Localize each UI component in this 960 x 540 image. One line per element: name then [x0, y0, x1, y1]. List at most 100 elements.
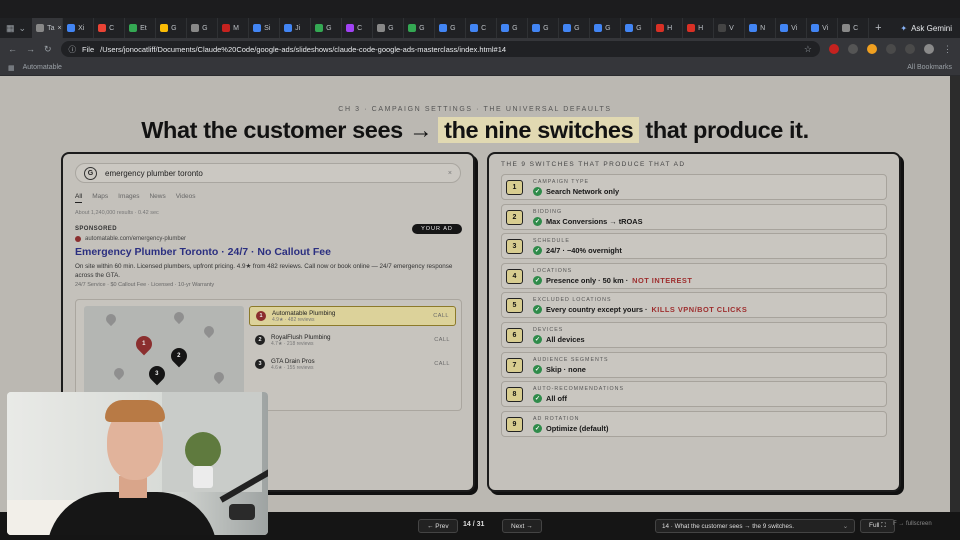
browser-tab[interactable]: M — [218, 18, 250, 38]
reload-button[interactable]: ↻ — [44, 44, 52, 55]
url-text[interactable]: /Users/jonocatliff/Documents/Claude%20Co… — [100, 45, 506, 54]
apps-grid-icon[interactable]: ▦ — [8, 64, 15, 72]
browser-tab[interactable]: C — [838, 18, 870, 38]
ask-gemini-label: Ask Gemini — [911, 23, 952, 33]
switch-value: Search Network only — [546, 187, 620, 196]
prev-button[interactable]: ← Prev — [418, 519, 458, 533]
tab-favicon-icon — [718, 24, 727, 32]
browser-tab[interactable]: G — [590, 18, 622, 38]
tab-favicon-icon — [656, 24, 665, 32]
fullscreen-button[interactable]: Full ⛶ — [860, 519, 895, 533]
browser-tab[interactable]: Et — [125, 18, 157, 38]
switch-number: 1 — [506, 180, 523, 195]
new-tab-button[interactable]: + — [869, 22, 887, 34]
switch-number: 8 — [506, 387, 523, 403]
tab-favicon-icon — [191, 24, 200, 32]
ad-url-text: automatable.com/emergency-plumber — [85, 236, 187, 242]
presenter-hair — [105, 400, 165, 422]
switch-value-row: ✓ Optimize (default) — [533, 423, 608, 433]
tab-label: Si — [264, 24, 271, 32]
browser-tab[interactable]: C — [94, 18, 126, 38]
listing-reviews: 4.6★ · 155 reviews — [271, 364, 314, 371]
back-button[interactable]: ← — [8, 44, 17, 54]
listing-call-link: CALL — [433, 313, 449, 319]
menu-icon[interactable]: ⋮ — [943, 44, 952, 55]
browser-tab[interactable]: Ji — [280, 18, 312, 38]
browser-tab[interactable]: G — [621, 18, 653, 38]
browser-tab[interactable]: G — [156, 18, 188, 38]
browser-tab[interactable]: G — [187, 18, 219, 38]
browser-tab[interactable]: V — [714, 18, 746, 38]
forward-button[interactable]: → — [26, 44, 35, 54]
slide-headline: What the customer sees → the nine switch… — [0, 117, 950, 144]
slide-jump-select[interactable]: 14 · What the customer sees → the 9 swit… — [655, 519, 855, 533]
browser-tab[interactable]: Ta × — [32, 18, 64, 38]
switch-number: 4 — [506, 268, 523, 284]
your-ad-badge: YOUR AD — [412, 224, 462, 234]
browser-tab[interactable]: C — [466, 18, 498, 38]
ask-gemini-button[interactable]: ✦ Ask Gemini — [892, 24, 960, 33]
tab-favicon-icon — [315, 24, 324, 32]
map-pin-1: 1 — [132, 332, 156, 356]
window-controls: ▦ ⌄ — [0, 23, 32, 34]
listing-reviews: 4.9★ · 482 reviews — [272, 316, 315, 323]
browser-tab[interactable]: N — [745, 18, 777, 38]
listing-text: RoyalFlush Plumbing 4.7★ · 218 reviews — [271, 334, 331, 347]
all-bookmarks-link[interactable]: All Bookmarks — [907, 64, 952, 71]
browser-tab[interactable]: G — [559, 18, 591, 38]
close-tab-icon[interactable]: × — [57, 25, 61, 32]
downloads-icon[interactable] — [905, 44, 915, 54]
extension-icon[interactable] — [867, 44, 877, 54]
browser-tab[interactable]: G — [528, 18, 560, 38]
browser-tab[interactable]: G — [373, 18, 405, 38]
browser-tab[interactable]: H — [683, 18, 715, 38]
listing-name: GTA Drain Pros — [271, 357, 315, 365]
browser-tab[interactable]: G — [435, 18, 467, 38]
browser-tab[interactable]: G — [311, 18, 343, 38]
tab-favicon-icon — [687, 24, 696, 32]
tab-favicon-icon — [284, 24, 293, 32]
site-info-icon[interactable]: ⓘ — [69, 44, 77, 55]
extension-icon[interactable] — [829, 44, 839, 54]
extensions-puzzle-icon[interactable] — [886, 44, 896, 54]
tab-label: C — [357, 24, 363, 32]
scrollbar[interactable] — [950, 76, 960, 512]
tab-favicon-icon — [439, 24, 448, 32]
tab-favicon-icon — [408, 24, 417, 32]
switches-title: THE 9 SWITCHES THAT PRODUCE THAT AD — [501, 161, 686, 168]
tab-label: G — [388, 24, 394, 32]
browser-tab[interactable]: C — [342, 18, 374, 38]
tab-label: Vi — [822, 24, 829, 32]
switch-label: AD ROTATION — [533, 415, 580, 422]
browser-tab[interactable]: G — [497, 18, 529, 38]
tab-favicon-icon — [470, 24, 479, 32]
chevron-down-icon[interactable]: ⌄ — [19, 23, 27, 34]
tab-label: G — [543, 24, 549, 32]
browser-tab[interactable]: H — [652, 18, 684, 38]
bookmark-star-icon[interactable]: ☆ — [804, 44, 812, 55]
serp-tabs: All Maps Images News Videos — [75, 193, 196, 203]
tab-search-icon[interactable]: ▦ — [6, 23, 15, 34]
url-field[interactable]: ⓘ File /Users/jonocatliff/Documents/Clau… — [60, 41, 820, 57]
browser-tab[interactable]: Si — [249, 18, 281, 38]
check-icon: ✓ — [533, 216, 542, 226]
browser-tab[interactable]: Vi — [807, 18, 839, 38]
switch-value: All off — [546, 394, 567, 404]
switch-row: 5 EXCLUDED LOCATIONS ✓ Every country except… — [501, 292, 887, 319]
extension-icon[interactable] — [848, 44, 858, 54]
ad-description: On site within 60 min. Licensed plumbers… — [75, 263, 453, 279]
tab-label: Vi — [791, 24, 798, 32]
switch-label: SCHEDULE — [533, 238, 570, 245]
serp-search-box: G emergency plumber toronto × — [75, 163, 461, 183]
browser-tab[interactable]: Xi — [63, 18, 95, 38]
profile-avatar[interactable] — [924, 44, 934, 54]
switch-row: 8 AUTO-RECOMMENDATIONS ✓ All off — [501, 381, 887, 408]
tab-favicon-icon — [67, 24, 76, 32]
map-pin-label: 3 — [155, 371, 159, 377]
listing-call-link: CALL — [434, 361, 450, 367]
browser-tab[interactable]: G — [404, 18, 436, 38]
browser-tab[interactable]: Vi — [776, 18, 808, 38]
tab-favicon-icon — [377, 24, 386, 32]
bookmark-folder-automatable[interactable]: Automatable — [23, 64, 62, 71]
next-button[interactable]: Next → — [502, 519, 542, 533]
